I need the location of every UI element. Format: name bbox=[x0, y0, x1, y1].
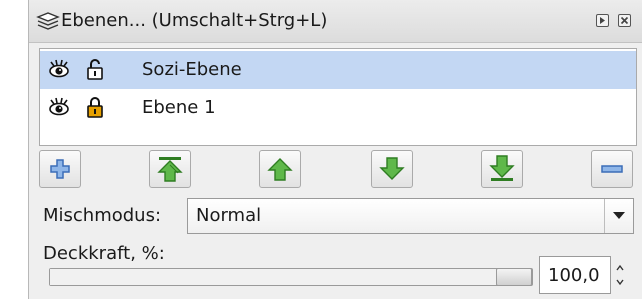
layer-name[interactable]: Ebene 1 bbox=[142, 97, 216, 118]
layer-row[interactable]: Ebene 1 bbox=[40, 89, 636, 127]
raise-to-top-button[interactable] bbox=[149, 150, 191, 188]
minus-icon bbox=[601, 165, 623, 173]
blend-mode-value: Normal bbox=[196, 205, 262, 226]
close-button[interactable] bbox=[618, 14, 631, 27]
layers-dialog: Ebenen... (Umschalt+Strg+L) Sozi-Ebene E… bbox=[28, 0, 642, 299]
arrow-down-icon bbox=[379, 157, 405, 180]
opacity-label: Deckkraft, %: bbox=[43, 243, 165, 264]
layers-icon bbox=[36, 12, 60, 30]
arrow-top-icon bbox=[157, 157, 183, 182]
lower-button[interactable] bbox=[371, 150, 413, 188]
remove-layer-button[interactable] bbox=[591, 150, 633, 188]
blend-mode-select[interactable]: Normal bbox=[187, 198, 634, 234]
spin-arrows-icon[interactable] bbox=[613, 258, 627, 292]
layer-list: Sozi-Ebene Ebene 1 bbox=[39, 48, 637, 146]
plus-icon bbox=[50, 159, 70, 179]
opacity-value: 100,0 bbox=[548, 265, 600, 286]
lower-to-bottom-button[interactable] bbox=[481, 150, 523, 188]
opacity-input[interactable]: 100,0 bbox=[539, 256, 611, 294]
lock-icon[interactable] bbox=[86, 96, 104, 118]
arrow-bottom-icon bbox=[489, 155, 515, 181]
layer-name[interactable]: Sozi-Ebene bbox=[142, 59, 242, 80]
opacity-slider-thumb[interactable] bbox=[496, 268, 532, 286]
window-title: Ebenen... (Umschalt+Strg+L) bbox=[61, 10, 328, 31]
opacity-slider[interactable] bbox=[49, 268, 533, 286]
eye-icon[interactable] bbox=[48, 97, 70, 117]
title-bar[interactable]: Ebenen... (Umschalt+Strg+L) bbox=[29, 0, 642, 43]
close-icon bbox=[620, 16, 629, 25]
unlocked-icon[interactable] bbox=[86, 58, 104, 80]
chevron-down-icon[interactable] bbox=[604, 199, 633, 233]
raise-button[interactable] bbox=[259, 150, 301, 188]
layer-row[interactable]: Sozi-Ebene bbox=[40, 51, 636, 89]
expand-icon bbox=[600, 17, 605, 24]
blend-mode-label: Mischmodus: bbox=[43, 205, 162, 226]
eye-icon[interactable] bbox=[48, 59, 70, 79]
arrow-up-icon bbox=[267, 158, 293, 181]
add-layer-button[interactable] bbox=[39, 150, 81, 188]
opacity-slider-fill bbox=[50, 269, 514, 285]
expand-button[interactable] bbox=[596, 14, 609, 27]
